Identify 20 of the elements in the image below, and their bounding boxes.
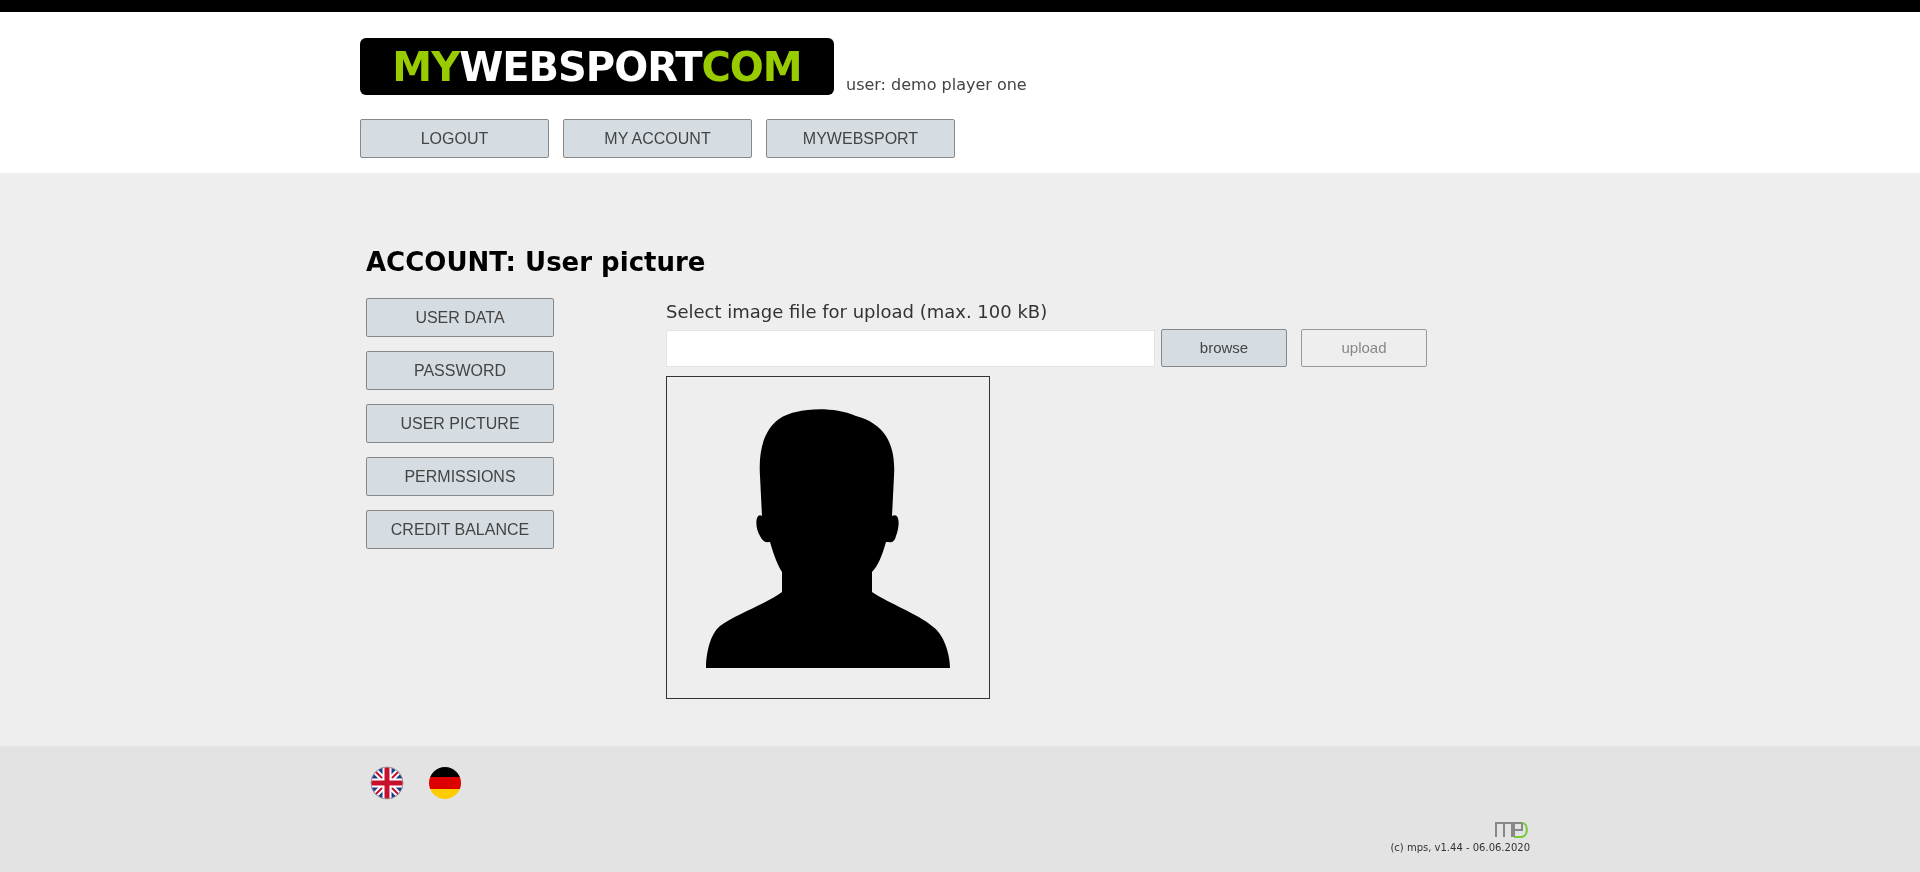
logo-word: COM [701,42,802,92]
page-title: ACCOUNT: User picture [366,247,707,279]
nav-button[interactable]: MY ACCOUNT [563,119,752,158]
person-silhouette-icon [706,406,950,669]
menu-button[interactable]: PASSWORD [366,351,554,391]
menu-button[interactable]: USER PICTURE [366,404,554,444]
file-input-field[interactable] [666,329,1155,367]
copyright-text: (c) mps, v1.44 - 06.06.2020 [1390,841,1530,855]
menu-button[interactable]: CREDIT BALANCE [366,510,554,550]
nav-button[interactable]: MYWEBSPORT [766,119,955,158]
menu-button[interactable]: USER DATA [366,298,554,338]
menu-button[interactable]: PERMISSIONS [366,457,554,497]
user-name: user: demo player one [846,74,1027,96]
logo-word: MY [392,42,460,92]
nav-button[interactable]: LOGOUT [360,119,549,158]
german-flag-icon[interactable] [428,766,462,800]
uk-flag-icon[interactable] [370,766,404,800]
upload-label: Select image file for upload (max. 100 kB) [666,300,1049,325]
logo-word: WEBSPORT [459,42,702,92]
browse-button[interactable]: browse [1161,329,1287,368]
